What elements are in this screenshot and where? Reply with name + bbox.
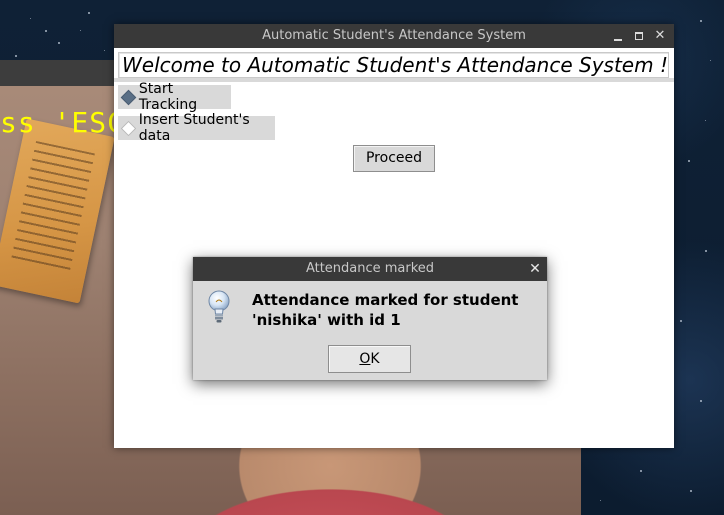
maximize-button[interactable] xyxy=(631,28,647,44)
background-star xyxy=(680,320,682,322)
ok-button-label-rest: K xyxy=(370,351,380,367)
close-button[interactable]: ✕ xyxy=(652,28,668,44)
background-star xyxy=(30,18,31,19)
close-icon: ✕ xyxy=(654,28,666,43)
ok-button-mnemonic: O xyxy=(359,351,371,367)
background-star xyxy=(700,400,702,402)
radio-start-tracking[interactable]: Start Tracking xyxy=(118,81,231,113)
background-star xyxy=(640,470,642,472)
background-star xyxy=(705,250,707,252)
minimize-icon xyxy=(614,39,622,41)
background-window-titlebar xyxy=(0,60,115,86)
background-star xyxy=(688,160,690,162)
background-star xyxy=(710,60,711,61)
radio-unselected-indicator-icon xyxy=(122,122,133,134)
main-window: Automatic Student's Attendance System ✕ … xyxy=(114,24,674,448)
webcam-held-paper xyxy=(0,118,115,304)
close-icon: ✕ xyxy=(529,261,541,277)
info-bulb-icon xyxy=(208,290,230,323)
dialog-close-button[interactable]: ✕ xyxy=(527,261,543,277)
webcam-overlay-text: ss 'ESC xyxy=(0,106,126,139)
maximize-icon xyxy=(635,32,643,40)
main-window-title: Automatic Student's Attendance System xyxy=(262,28,526,43)
minimize-button[interactable] xyxy=(610,28,626,44)
radio-start-tracking-label: Start Tracking xyxy=(138,81,198,113)
background-star xyxy=(104,50,105,51)
attendance-dialog: Attendance marked ✕ Attendance marked fo… xyxy=(193,257,547,380)
radio-insert-student-data[interactable]: Insert Student's data xyxy=(118,112,275,144)
background-star xyxy=(80,30,81,31)
dialog-titlebar[interactable]: Attendance marked ✕ xyxy=(193,257,547,281)
dialog-message: Attendance marked for student 'nishika' … xyxy=(252,291,519,329)
background-star xyxy=(88,12,90,14)
radio-selected-indicator-icon xyxy=(122,91,133,103)
radio-insert-student-data-label: Insert Student's data xyxy=(138,112,250,144)
welcome-banner: Welcome to Automatic Student's Attendanc… xyxy=(118,52,669,78)
background-star xyxy=(58,42,60,44)
background-star xyxy=(45,30,47,32)
background-star xyxy=(600,500,601,501)
ok-button[interactable]: OK xyxy=(328,345,411,373)
background-star xyxy=(15,55,17,57)
background-star xyxy=(690,490,692,492)
dialog-title: Attendance marked xyxy=(305,261,435,276)
main-titlebar[interactable]: Automatic Student's Attendance System ✕ xyxy=(114,24,674,48)
background-star xyxy=(700,20,702,22)
background-star xyxy=(705,120,706,121)
proceed-button[interactable]: Proceed xyxy=(353,145,435,172)
